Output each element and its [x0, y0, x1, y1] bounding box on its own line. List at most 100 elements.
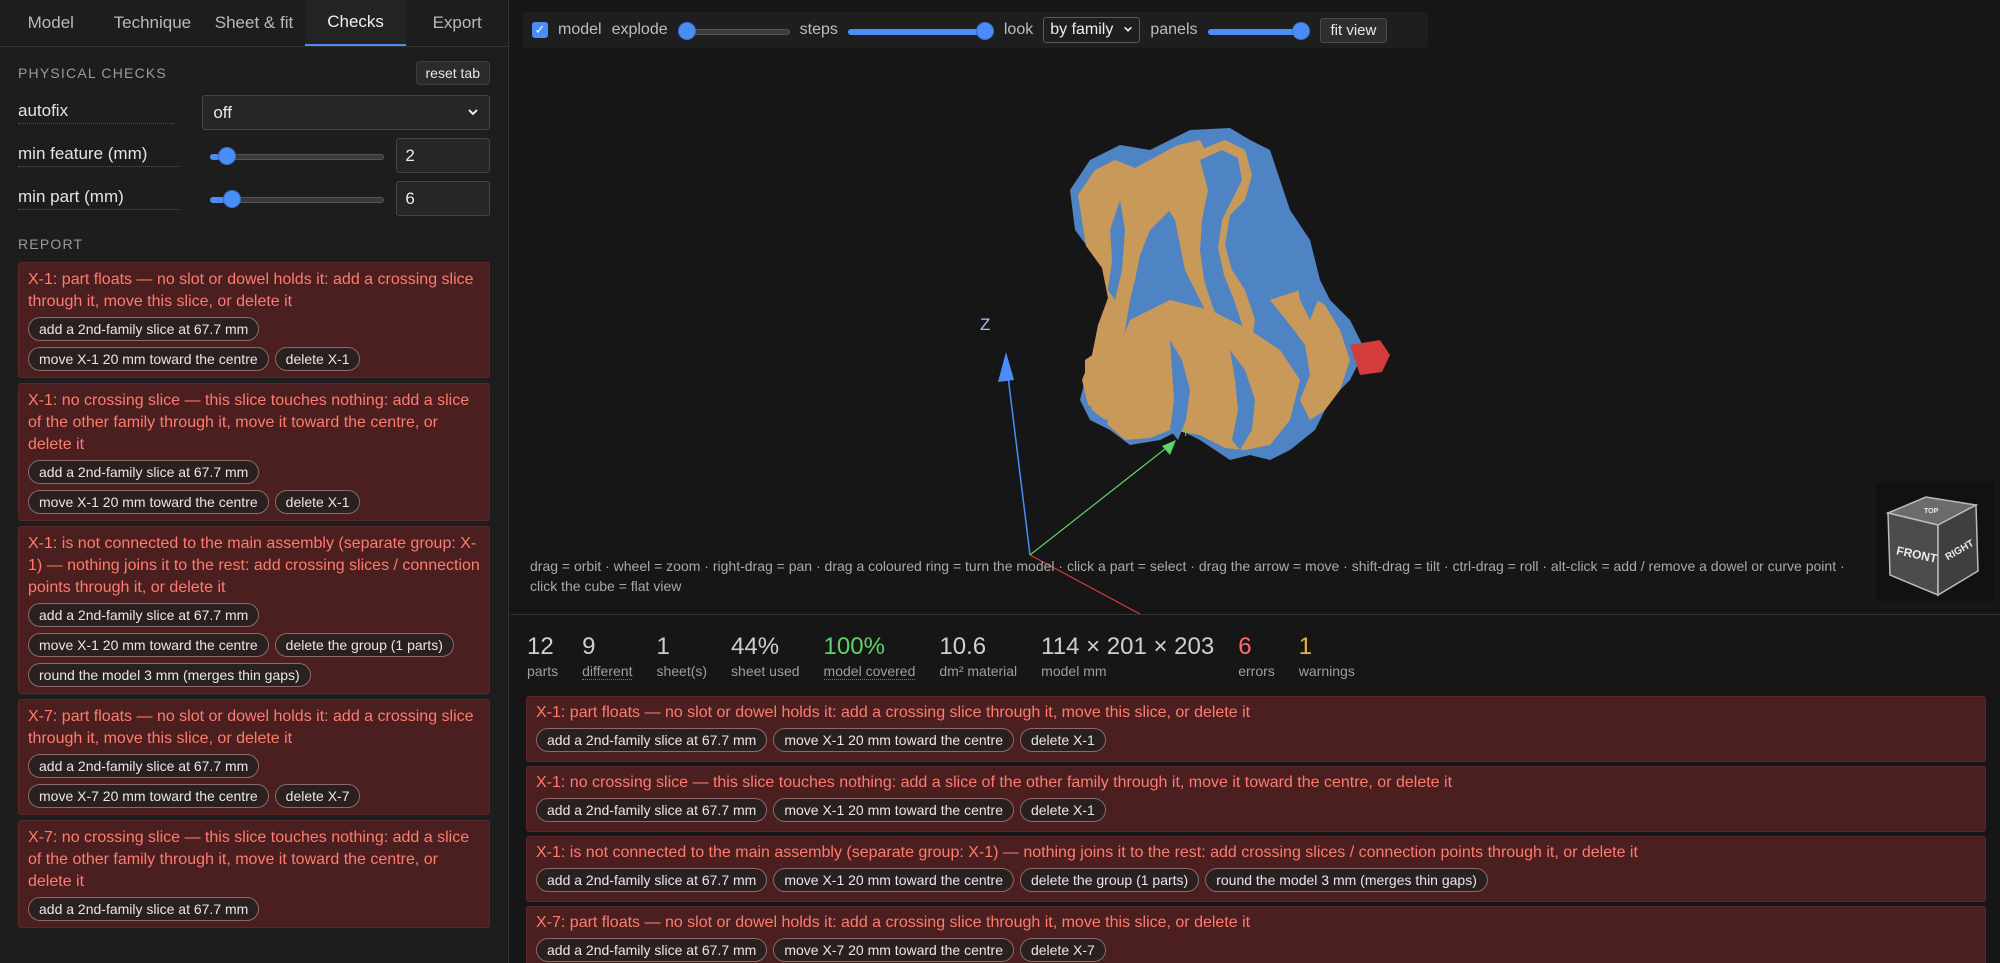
- issue-actions: add a 2nd-family slice at 67.7 mm: [28, 897, 480, 921]
- fix-action-button[interactable]: delete X-7: [274, 784, 361, 808]
- tab-export[interactable]: Export: [406, 0, 508, 46]
- min-part-label: min part (mm): [18, 187, 181, 210]
- tab-sheet-fit[interactable]: Sheet & fit: [203, 0, 305, 46]
- steps-slider[interactable]: [847, 21, 994, 40]
- min-feature-input[interactable]: 2: [396, 138, 491, 173]
- view-cube-top-label: TOP: [1924, 508, 1939, 515]
- report-issue: X-1: part floats — no slot or dowel hold…: [18, 262, 490, 378]
- fix-action-button[interactable]: move X-1 20 mm toward the centre: [773, 798, 1014, 822]
- reset-tab-button[interactable]: reset tab: [415, 61, 490, 85]
- issue-actions: add a 2nd-family slice at 67.7 mm move X-…: [28, 754, 480, 808]
- slider-thumb[interactable]: [677, 22, 696, 40]
- explode-slider[interactable]: [677, 21, 790, 40]
- steps-label: steps: [799, 21, 838, 38]
- fix-action-button[interactable]: delete X-1: [1019, 728, 1106, 752]
- fix-action-button[interactable]: add a 2nd-family slice at 67.7 mm: [536, 798, 768, 822]
- min-part-input[interactable]: 6: [396, 181, 491, 216]
- fix-action-button[interactable]: delete X-1: [274, 490, 361, 514]
- fix-action-button[interactable]: move X-7 20 mm toward the centre: [773, 938, 1014, 962]
- issue-actions: add a 2nd-family slice at 67.7 mm move X-…: [28, 460, 480, 514]
- fix-action-button[interactable]: add a 2nd-family slice at 67.7 mm: [28, 460, 260, 484]
- y-axis-arrow[interactable]: [1162, 440, 1176, 455]
- fix-action-button[interactable]: add a 2nd-family slice at 67.7 mm: [28, 754, 260, 778]
- tab-model[interactable]: Model: [0, 0, 102, 46]
- viewer-toolbar: ✓ model explode steps look by family pan…: [522, 12, 1428, 48]
- left-report-list: X-1: part floats — no slot or dowel hold…: [0, 262, 508, 928]
- min-feature-slider[interactable]: [210, 146, 385, 166]
- fix-action-button[interactable]: move X-1 20 mm toward the centre: [773, 868, 1014, 892]
- fix-action-button[interactable]: add a 2nd-family slice at 67.7 mm: [28, 317, 260, 341]
- issue-text: X-7: part floats — no slot or dowel hold…: [536, 914, 1251, 931]
- physical-checks-header: PHYSICAL CHECKS reset tab: [0, 59, 508, 87]
- stat-label: dm² material: [939, 663, 1018, 679]
- model-checkbox[interactable]: ✓: [532, 22, 548, 38]
- fix-action-button[interactable]: round the model 3 mm (merges thin gaps): [28, 663, 311, 687]
- stat-sheet-used: 44% sheet used: [731, 633, 800, 694]
- stats-bar: 12 parts 9 different 1 sheet(s) 44% sheet used 1…: [510, 614, 2000, 694]
- fix-action-button[interactable]: delete X-7: [1019, 938, 1106, 962]
- stat-value: 1: [1298, 633, 1313, 660]
- slider-fill: [847, 29, 994, 35]
- fix-action-button[interactable]: move X-1 20 mm toward the centre: [28, 490, 269, 514]
- fix-action-button[interactable]: round the model 3 mm (merges thin gaps): [1205, 868, 1488, 892]
- panels-slider[interactable]: [1207, 21, 1310, 40]
- min-part-row: min part (mm) 6: [0, 181, 508, 216]
- stat-model-covered: 100% model covered: [823, 633, 916, 694]
- min-part-slider[interactable]: [210, 189, 385, 209]
- stat-errors: 6 errors: [1238, 633, 1275, 694]
- fix-action-button[interactable]: add a 2nd-family slice at 67.7 mm: [536, 868, 768, 892]
- fix-action-button[interactable]: delete the group (1 parts): [1019, 868, 1200, 892]
- report-issue: X-7: no crossing slice — this slice touc…: [18, 820, 490, 928]
- tab-checks[interactable]: Checks: [304, 0, 407, 46]
- stat-value: 1: [656, 633, 670, 660]
- 3d-viewport[interactable]: Z Y ✓ model explode steps look by family…: [510, 0, 2000, 614]
- slider-thumb[interactable]: [1291, 22, 1310, 40]
- autofix-select[interactable]: off: [202, 95, 490, 130]
- fix-action-button[interactable]: move X-1 20 mm toward the centre: [773, 728, 1014, 752]
- stat-value: 100%: [823, 633, 885, 660]
- autofix-label: autofix: [18, 101, 175, 124]
- tab-technique[interactable]: Technique: [102, 0, 204, 46]
- chevron-down-icon: [1123, 21, 1133, 39]
- look-select[interactable]: by family: [1043, 17, 1141, 43]
- stat-dm-material: 10.6 dm² material: [939, 633, 1017, 694]
- issue-actions: add a 2nd-family slice at 67.7 mm move X-…: [536, 728, 1976, 752]
- fix-action-button[interactable]: move X-1 20 mm toward the centre: [28, 633, 269, 657]
- fix-action-button[interactable]: delete the group (1 parts): [274, 633, 454, 657]
- fix-action-button[interactable]: delete X-1: [1019, 798, 1106, 822]
- stat-model-mm: 114 × 201 × 203 model mm: [1041, 633, 1214, 694]
- controls-hint: drag = orbit · wheel = zoom · right-drag…: [530, 558, 1845, 594]
- fix-action-button[interactable]: move X-7 20 mm toward the centre: [28, 784, 269, 808]
- fix-action-button[interactable]: add a 2nd-family slice at 67.7 mm: [536, 938, 768, 962]
- fix-action-button[interactable]: delete X-1: [274, 347, 361, 371]
- report-title: REPORT: [18, 236, 84, 252]
- y-axis-line: [1029, 444, 1171, 556]
- fix-action-button[interactable]: add a 2nd-family slice at 67.7 mm: [28, 603, 260, 627]
- slider-thumb[interactable]: [222, 189, 241, 208]
- look-label: look: [1003, 21, 1034, 38]
- fix-action-button[interactable]: add a 2nd-family slice at 67.7 mm: [536, 728, 768, 752]
- fit-view-button[interactable]: fit view: [1319, 17, 1388, 43]
- issue-actions: add a 2nd-family slice at 67.7 mm move X-…: [28, 317, 480, 371]
- report-issue: X-7: part floats — no slot or dowel hold…: [18, 699, 490, 815]
- stat-label: warnings: [1298, 663, 1355, 679]
- slider-thumb[interactable]: [975, 22, 994, 40]
- z-axis-line: [1005, 359, 1031, 556]
- z-axis-arrow[interactable]: [998, 352, 1014, 382]
- report-issue: X-1: no crossing slice — this slice touc…: [18, 383, 490, 521]
- stat-sheet-s-: 1 sheet(s): [656, 633, 707, 694]
- report-issue: X-1: no crossing slice — this slice touc…: [526, 766, 1986, 832]
- tab-bar: Model Technique Sheet & fit Checks Export: [0, 0, 508, 47]
- view-cube[interactable]: FRONT RIGHT TOP: [1876, 483, 1994, 601]
- issue-text: X-7: part floats — no slot or dowel hold…: [28, 708, 474, 747]
- stat-value: 114 × 201 × 203: [1041, 633, 1215, 660]
- issue-text: X-1: is not connected to the main assemb…: [28, 535, 480, 596]
- slider-thumb[interactable]: [218, 146, 237, 165]
- issue-text: X-1: is not connected to the main assemb…: [536, 844, 1638, 861]
- fix-action-button[interactable]: add a 2nd-family slice at 67.7 mm: [28, 897, 260, 921]
- fix-action-button[interactable]: move X-1 20 mm toward the centre: [28, 347, 269, 371]
- model-slices[interactable]: [1070, 128, 1390, 460]
- slider-track: [210, 153, 385, 160]
- model-canvas[interactable]: Z Y: [510, 0, 2000, 614]
- stat-value: 6: [1238, 633, 1252, 660]
